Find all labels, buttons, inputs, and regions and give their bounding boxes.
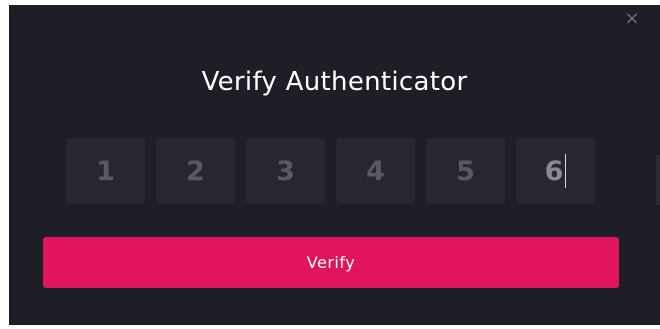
code-digit-5: 5 (456, 155, 475, 187)
code-input-4[interactable]: 4 (336, 138, 415, 204)
scrollbar[interactable] (656, 155, 660, 205)
code-input-6[interactable]: 6 (516, 138, 595, 204)
text-caret (565, 154, 567, 188)
code-input-2[interactable]: 2 (156, 138, 235, 204)
close-icon[interactable]: × (624, 10, 640, 28)
code-digit-4: 4 (366, 155, 385, 187)
code-input-row: 1 2 3 4 5 6 (66, 138, 595, 204)
code-digit-3: 3 (276, 155, 295, 187)
code-input-3[interactable]: 3 (246, 138, 325, 204)
code-digit-2: 2 (186, 155, 205, 187)
code-input-1[interactable]: 1 (66, 138, 145, 204)
verify-button[interactable]: Verify (43, 237, 619, 288)
code-input-5[interactable]: 5 (426, 138, 505, 204)
verify-authenticator-dialog: × Verify Authenticator 1 2 3 4 5 6 Verif… (9, 5, 660, 325)
code-digit-1: 1 (96, 155, 115, 187)
dialog-title: Verify Authenticator (201, 67, 468, 97)
verify-button-label: Verify (306, 253, 356, 272)
code-digit-6: 6 (544, 155, 564, 187)
